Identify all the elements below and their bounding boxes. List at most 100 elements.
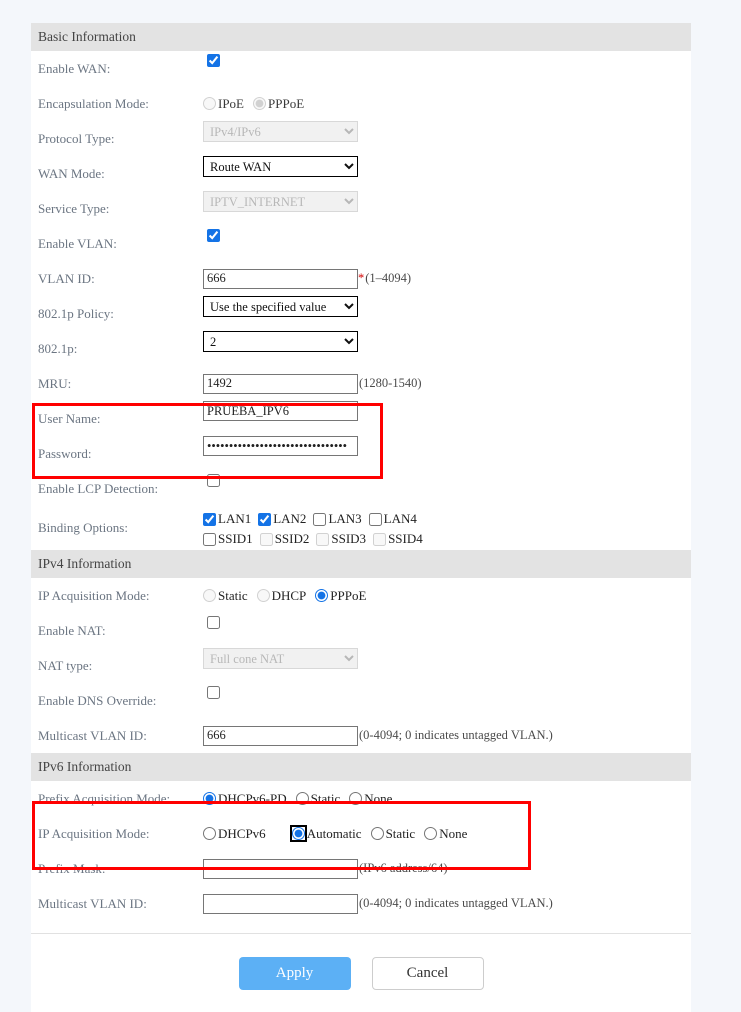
- row-encapsulation-mode: Encapsulation Mode: IPoE PPPoE: [31, 86, 691, 121]
- ipv6-dhcpv6-radio[interactable]: [203, 827, 216, 840]
- ssid1-label: SSID1: [218, 528, 253, 550]
- ipv4-pppoe-radio[interactable]: [315, 589, 328, 602]
- vlan-id-input[interactable]: [203, 269, 358, 289]
- label-ipv6-prefix-acquisition-mode: Prefix Acquisition Mode:: [31, 781, 203, 816]
- prefix-static-radio[interactable]: [296, 792, 309, 805]
- lan3-label: LAN3: [328, 508, 361, 530]
- row-ipv6-ip-acquisition-mode: IP Acquisition Mode: DHCPv6 Automatic St…: [31, 816, 691, 851]
- checkbox-option-ssid3[interactable]: SSID3: [316, 528, 366, 550]
- ssid3-checkbox[interactable]: [316, 533, 329, 546]
- ipv4-static-label: Static: [218, 578, 248, 613]
- radio-option-ipv4-pppoe[interactable]: PPPoE: [315, 578, 366, 613]
- ipv6-dhcpv6-label: DHCPv6: [218, 816, 266, 851]
- radio-option-prefix-static[interactable]: Static: [296, 781, 341, 816]
- ipv6-automatic-radio[interactable]: [292, 827, 305, 840]
- wan-mode-select[interactable]: Route WAN: [203, 156, 358, 177]
- encapsulation-ipoe-radio[interactable]: [203, 97, 216, 110]
- ipv6-static-radio[interactable]: [371, 827, 384, 840]
- lan2-label: LAN2: [273, 508, 306, 530]
- ipv6-none-radio[interactable]: [424, 827, 437, 840]
- 8021p-policy-select[interactable]: Use the specified value: [203, 296, 358, 317]
- encapsulation-pppoe-radio[interactable]: [253, 97, 266, 110]
- radio-option-ipv6-static[interactable]: Static: [371, 816, 416, 851]
- row-8021p-value: 802.1p: 2: [31, 331, 691, 366]
- prefix-mask-hint: (IPv6 address/64): [359, 851, 448, 886]
- ipv4-dhcp-label: DHCP: [272, 578, 307, 613]
- password-input[interactable]: [203, 436, 358, 456]
- protocol-type-select[interactable]: IPv4/IPv6: [203, 121, 358, 142]
- nat-type-select[interactable]: Full cone NAT: [203, 648, 358, 669]
- radio-option-encapsulation-pppoe[interactable]: PPPoE: [253, 86, 304, 121]
- row-user-name: User Name:: [31, 401, 691, 436]
- label-wan-mode: WAN Mode:: [31, 156, 203, 191]
- ssid1-checkbox[interactable]: [203, 533, 216, 546]
- apply-button[interactable]: Apply: [239, 957, 351, 990]
- label-enable-dns-override: Enable DNS Override:: [31, 683, 203, 718]
- row-enable-dns-override: Enable DNS Override:: [31, 683, 691, 718]
- binding-ssid-group: SSID1 SSID2 SSID3 SSID4: [203, 529, 430, 549]
- checkbox-option-lan3[interactable]: LAN3: [313, 508, 361, 530]
- 8021p-value-select[interactable]: 2: [203, 331, 358, 352]
- lan1-checkbox[interactable]: [203, 513, 216, 526]
- ssid2-label: SSID2: [275, 528, 310, 550]
- section-header-ipv6-information: IPv6 Information: [31, 753, 691, 781]
- label-ipv4-multicast-vlan-id: Multicast VLAN ID:: [31, 718, 203, 753]
- enable-dns-override-checkbox[interactable]: [207, 686, 220, 699]
- enable-nat-checkbox[interactable]: [207, 616, 220, 629]
- enable-vlan-checkbox[interactable]: [207, 229, 220, 242]
- radio-option-ipv6-dhcpv6[interactable]: DHCPv6: [203, 816, 266, 851]
- row-service-type: Service Type: IPTV_INTERNET: [31, 191, 691, 226]
- label-ipv6-multicast-vlan-id: Multicast VLAN ID:: [31, 886, 203, 921]
- binding-lan-group: LAN1 LAN2 LAN3 LAN4: [203, 509, 424, 529]
- enable-lcp-detection-checkbox[interactable]: [207, 474, 220, 487]
- label-enable-nat: Enable NAT:: [31, 613, 203, 648]
- label-8021p-value: 802.1p:: [31, 331, 203, 366]
- row-8021p-policy: 802.1p Policy: Use the specified value: [31, 296, 691, 331]
- ipv4-dhcp-radio[interactable]: [257, 589, 270, 602]
- radio-option-ipv4-static[interactable]: Static: [203, 578, 248, 613]
- prefix-none-radio[interactable]: [349, 792, 362, 805]
- radio-option-ipv6-none[interactable]: None: [424, 816, 467, 851]
- checkbox-option-ssid1[interactable]: SSID1: [203, 528, 253, 550]
- cancel-button[interactable]: Cancel: [372, 957, 484, 990]
- label-ipv4-ip-acquisition-mode: IP Acquisition Mode:: [31, 578, 203, 613]
- prefix-dhcpv6-pd-radio[interactable]: [203, 792, 216, 805]
- prefix-dhcpv6-pd-label: DHCPv6-PD: [218, 781, 287, 816]
- ipv6-multicast-vlan-id-hint: (0-4094; 0 indicates untagged VLAN.): [359, 886, 553, 921]
- checkbox-option-ssid4[interactable]: SSID4: [373, 528, 423, 550]
- user-name-input[interactable]: [203, 401, 358, 421]
- enable-wan-checkbox[interactable]: [207, 54, 220, 67]
- lan4-checkbox[interactable]: [369, 513, 382, 526]
- ipv6-multicast-vlan-id-input[interactable]: [203, 894, 358, 914]
- prefix-none-label: None: [364, 781, 392, 816]
- ssid2-checkbox[interactable]: [260, 533, 273, 546]
- prefix-static-label: Static: [311, 781, 341, 816]
- prefix-mask-input[interactable]: [203, 859, 358, 879]
- radio-option-prefix-none[interactable]: None: [349, 781, 392, 816]
- checkbox-option-ssid2[interactable]: SSID2: [260, 528, 310, 550]
- label-enable-lcp-detection: Enable LCP Detection:: [31, 471, 203, 506]
- ssid4-checkbox[interactable]: [373, 533, 386, 546]
- lan3-checkbox[interactable]: [313, 513, 326, 526]
- radio-option-encapsulation-ipoe[interactable]: IPoE: [203, 86, 244, 121]
- radio-option-ipv6-automatic[interactable]: Automatic: [292, 816, 362, 851]
- section-header-basic-information: Basic Information: [31, 23, 691, 51]
- lan2-checkbox[interactable]: [258, 513, 271, 526]
- checkbox-option-lan1[interactable]: LAN1: [203, 508, 251, 530]
- service-type-select[interactable]: IPTV_INTERNET: [203, 191, 358, 212]
- row-ipv4-ip-acquisition-mode: IP Acquisition Mode: Static DHCP PPPoE: [31, 578, 691, 613]
- mru-input[interactable]: [203, 374, 358, 394]
- row-nat-type: NAT type: Full cone NAT: [31, 648, 691, 683]
- radio-option-prefix-dhcpv6-pd[interactable]: DHCPv6-PD: [203, 781, 287, 816]
- label-encapsulation-mode: Encapsulation Mode:: [31, 86, 203, 121]
- checkbox-option-lan4[interactable]: LAN4: [369, 508, 417, 530]
- checkbox-option-lan2[interactable]: LAN2: [258, 508, 306, 530]
- label-prefix-mask: Prefix Mask:: [31, 851, 203, 886]
- label-service-type: Service Type:: [31, 191, 203, 226]
- vlan-id-required-mark: *: [358, 261, 364, 296]
- ipv4-multicast-vlan-id-input[interactable]: [203, 726, 358, 746]
- ipv4-static-radio[interactable]: [203, 589, 216, 602]
- section-header-ipv4-information: IPv4 Information: [31, 550, 691, 578]
- label-protocol-type: Protocol Type:: [31, 121, 203, 156]
- radio-option-ipv4-dhcp[interactable]: DHCP: [257, 578, 307, 613]
